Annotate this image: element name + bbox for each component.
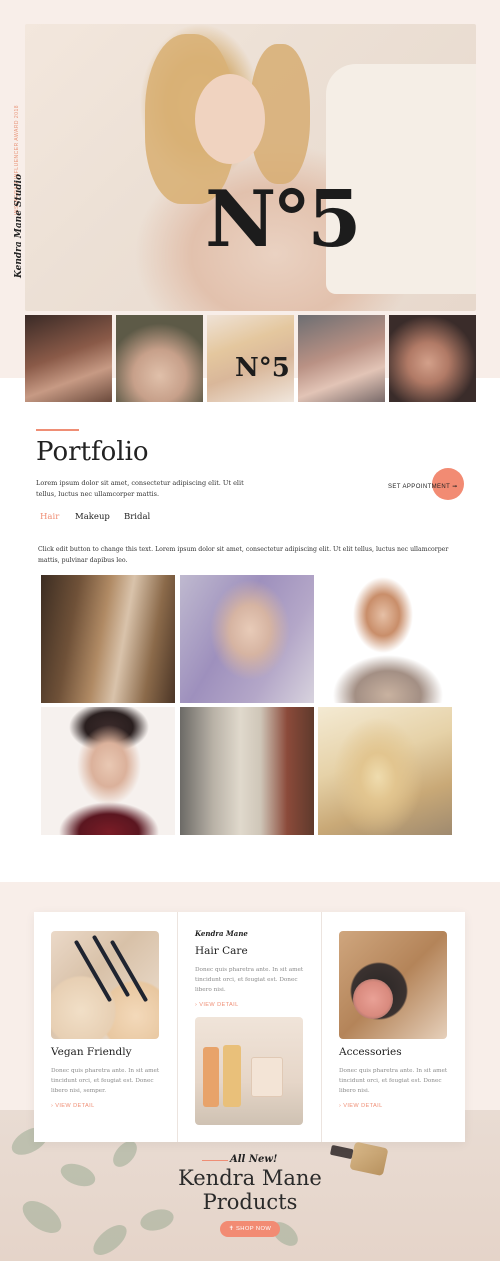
hero-face-shape bbox=[195, 74, 265, 164]
accessories-product-image[interactable] bbox=[339, 931, 447, 1039]
product-title-haircare: Hair Care bbox=[195, 945, 248, 957]
thumbnail-3[interactable]: N°5 bbox=[207, 315, 294, 402]
jar-shape bbox=[251, 1057, 283, 1097]
gallery-image-sunlit-blonde[interactable] bbox=[318, 707, 452, 835]
bottle-shape bbox=[203, 1047, 219, 1107]
gallery-image-blonde-bob[interactable] bbox=[180, 707, 314, 835]
portfolio-intro: Lorem ipsum dolor sit amet, consectetur … bbox=[36, 479, 244, 498]
tab-makeup[interactable]: Makeup bbox=[75, 512, 110, 522]
brand-script-small: Kendra Mane bbox=[195, 929, 248, 938]
gallery-image-hair-curling[interactable] bbox=[41, 575, 175, 703]
leaf-shape bbox=[57, 1159, 99, 1191]
promo-title-line-2: Products bbox=[202, 1190, 298, 1214]
gallery-image-lavender-hair[interactable] bbox=[180, 575, 314, 703]
section-accent-line bbox=[36, 429, 79, 431]
view-detail-link-haircare[interactable]: › VIEW DETAIL bbox=[195, 1002, 239, 1008]
thumbnail-4[interactable] bbox=[298, 315, 385, 402]
blush-compact-shape bbox=[353, 979, 393, 1019]
portfolio-description: Click edit button to change this text. L… bbox=[38, 546, 449, 564]
brand-logo-text: Kendra Mane Studio bbox=[14, 173, 24, 278]
promo-title: Kendra Mane Products bbox=[150, 1166, 350, 1214]
product-title-vegan: Vegan Friendly bbox=[51, 1046, 132, 1058]
vegan-product-image[interactable] bbox=[51, 931, 159, 1039]
card-divider bbox=[177, 912, 178, 1142]
tab-bridal[interactable]: Bridal bbox=[124, 512, 150, 522]
view-detail-link-vegan[interactable]: › VIEW DETAIL bbox=[51, 1103, 95, 1109]
product-desc-vegan: Donec quis pharetra ante. In sit amet ti… bbox=[51, 1068, 160, 1094]
thumbnail-1[interactable] bbox=[25, 315, 112, 402]
portfolio-title: Portfolio bbox=[36, 437, 149, 467]
promo-kicker: All New! bbox=[230, 1154, 278, 1165]
card-divider bbox=[321, 912, 322, 1142]
tab-hair[interactable]: Hair bbox=[40, 512, 59, 522]
haircare-product-image[interactable] bbox=[195, 1017, 303, 1125]
leaf-shape bbox=[17, 1194, 67, 1240]
product-desc-accessories: Donec quis pharetra ante. In sit amet ti… bbox=[339, 1068, 448, 1094]
thumbnail-5[interactable] bbox=[389, 315, 476, 402]
thumbnail-2[interactable] bbox=[116, 315, 203, 402]
set-appointment-button[interactable]: SET APPOINTMENT ➞ bbox=[388, 483, 458, 490]
product-desc-haircare: Donec quis pharetra ante. In sit amet ti… bbox=[195, 967, 304, 993]
bottle-shape bbox=[223, 1045, 241, 1107]
thumbnail-shirt-print: N°5 bbox=[235, 353, 290, 383]
gallery-image-short-red-hair[interactable] bbox=[318, 575, 452, 703]
promo-title-line-1: Kendra Mane bbox=[178, 1166, 322, 1190]
shop-now-button[interactable]: ✝ SHOP NOW bbox=[220, 1221, 280, 1237]
promo-accent-line bbox=[202, 1160, 228, 1161]
makeup-brush-shape bbox=[73, 939, 113, 1003]
leaf-shape bbox=[88, 1219, 132, 1261]
hero-shirt-print: N°5 bbox=[205, 174, 362, 265]
hero-image: N°5 bbox=[25, 24, 476, 311]
gallery-image-updo[interactable] bbox=[41, 707, 175, 835]
view-detail-link-accessories[interactable]: › VIEW DETAIL bbox=[339, 1103, 383, 1109]
product-title-accessories: Accessories bbox=[339, 1046, 402, 1058]
